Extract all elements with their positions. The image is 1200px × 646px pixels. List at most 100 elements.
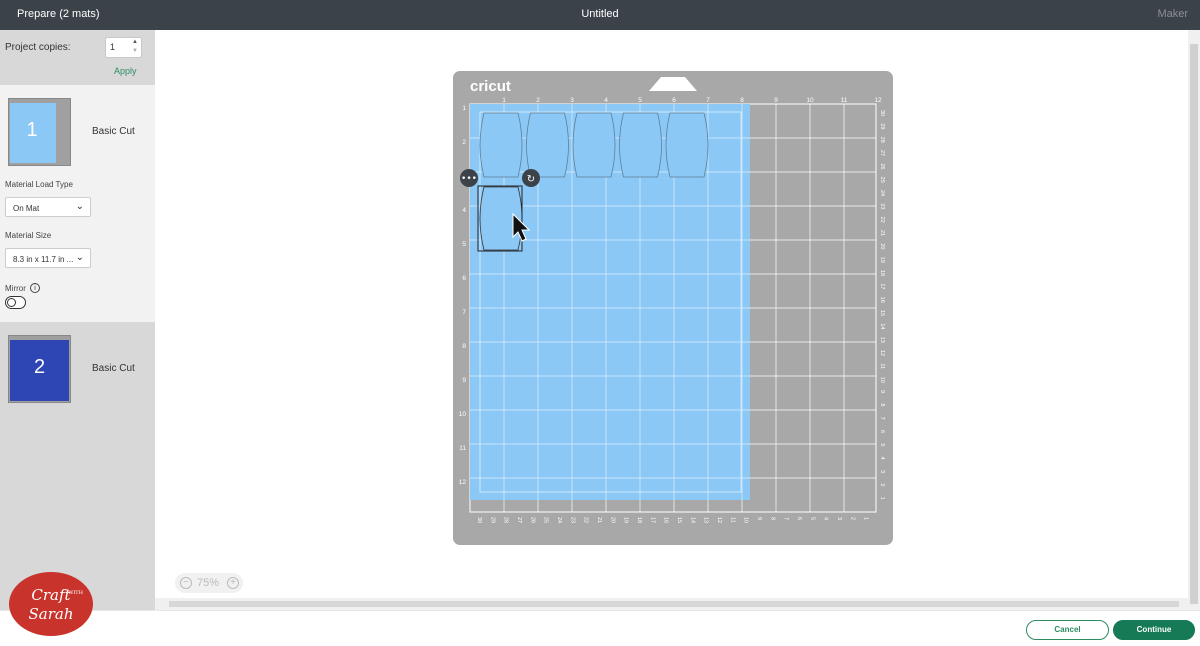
mat-2-thumbnail[interactable]: 2 <box>8 335 71 403</box>
bottom-ruler-label: 19 <box>623 517 629 523</box>
barrel-shape <box>619 112 662 178</box>
left-ruler-label: 6 <box>462 275 466 282</box>
zoom-out-icon[interactable]: − <box>180 577 192 589</box>
project-title: Untitled <box>581 8 619 20</box>
material-load-type-value: On Mat <box>13 204 40 213</box>
bottom-ruler-label: 30 <box>476 517 482 523</box>
right-ruler-label: 24 <box>879 190 885 196</box>
toggle-knob <box>7 298 16 307</box>
horizontal-scrollbar[interactable] <box>155 598 1188 610</box>
info-icon[interactable]: i <box>30 283 40 293</box>
right-ruler-label: 14 <box>879 323 885 329</box>
bottom-ruler-label: 24 <box>556 517 562 523</box>
project-copies-section: Project copies: 1 ▲ ▼ Apply <box>0 30 155 85</box>
top-ruler-label: 10 <box>806 97 814 104</box>
bottom-ruler-label: 7 <box>783 517 789 520</box>
left-ruler-label: 7 <box>462 309 466 316</box>
bottom-ruler-label: 8 <box>769 517 775 520</box>
apply-button[interactable]: Apply <box>114 66 137 76</box>
mat-1-thumbnail[interactable]: 1 <box>8 98 71 166</box>
left-ruler-label: 12 <box>459 479 467 486</box>
top-ruler-label: 4 <box>604 97 608 104</box>
mat-2-label: Basic Cut <box>92 363 135 374</box>
stepper-down-icon[interactable]: ▼ <box>132 48 138 54</box>
top-ruler-label: 9 <box>774 97 778 104</box>
top-ruler-label: 12 <box>874 97 882 104</box>
left-ruler-label: 8 <box>462 343 466 350</box>
right-ruler-label: 30 <box>879 110 885 116</box>
vertical-scroll-thumb[interactable] <box>1190 44 1198 604</box>
more-options-glyph: ••• <box>461 174 477 184</box>
barrel-shape <box>479 112 523 178</box>
right-ruler-label: 15 <box>879 310 885 316</box>
logo-with: WITH <box>68 590 83 596</box>
cancel-button[interactable]: Cancel <box>1026 620 1109 640</box>
left-ruler-label: 4 <box>462 207 466 214</box>
bottom-ruler-label: 5 <box>809 517 815 520</box>
right-ruler-label: 26 <box>879 163 885 169</box>
chevron-down-icon: ⌄ <box>75 201 84 212</box>
bottom-ruler-label: 17 <box>649 517 655 523</box>
right-ruler-label: 12 <box>879 350 885 356</box>
bottom-ruler-label: 15 <box>676 517 682 523</box>
mat-1-panel[interactable]: 1 Basic Cut Material Load Type On Mat ⌄ … <box>0 85 155 322</box>
material-size-select[interactable]: 8.3 in x 11.7 in ... ⌄ <box>5 248 91 268</box>
right-ruler-label: 28 <box>879 137 885 143</box>
right-ruler-label: 4 <box>879 457 885 460</box>
right-ruler-label: 9 <box>879 390 885 393</box>
right-ruler-label: 16 <box>879 297 885 303</box>
bottom-ruler-label: 27 <box>516 517 522 523</box>
zoom-level: 75% <box>197 577 220 589</box>
top-ruler-label: 2 <box>536 97 540 104</box>
project-copies-stepper[interactable]: 1 ▲ ▼ <box>105 37 142 58</box>
right-ruler-label: 3 <box>879 470 885 473</box>
bottom-ruler-label: 14 <box>689 517 695 523</box>
project-copies-value[interactable]: 1 <box>110 42 115 52</box>
craft-with-sarah-logo: Craft WITH Sarah <box>9 572 93 636</box>
zoom-in-icon[interactable]: + <box>227 577 239 589</box>
left-ruler-label: 2 <box>462 139 466 146</box>
right-ruler-label: 1 <box>879 497 885 500</box>
stepper-up-icon[interactable]: ▲ <box>132 39 138 45</box>
zoom-control: − 75% + <box>175 573 243 593</box>
right-ruler-label: 20 <box>879 243 885 249</box>
machine-label[interactable]: Maker <box>1157 8 1188 20</box>
project-copies-label: Project copies: <box>5 42 71 53</box>
right-ruler-label: 29 <box>879 123 885 129</box>
bottom-ruler-label: 26 <box>529 517 535 523</box>
top-ruler-label: 5 <box>638 97 642 104</box>
sidebar: Project copies: 1 ▲ ▼ Apply 1 Basic Cut … <box>0 30 155 610</box>
left-ruler-label: 11 <box>459 445 466 452</box>
left-ruler-label: 5 <box>462 241 466 248</box>
top-ruler-label: 11 <box>841 97 848 104</box>
mat-1-number: 1 <box>26 119 38 141</box>
mirror-toggle[interactable] <box>5 296 26 309</box>
bottom-ruler-label: 20 <box>609 517 615 523</box>
right-ruler-label: 5 <box>879 443 885 446</box>
bottom-ruler-label: 29 <box>489 517 495 523</box>
top-ruler-label: 1 <box>502 97 506 104</box>
bottom-ruler-label: 12 <box>716 517 722 523</box>
top-ruler-label: 7 <box>706 97 710 104</box>
barrel-shape <box>526 112 569 178</box>
bottom-ruler-label: 6 <box>796 517 802 520</box>
bottom-bar: Cancel Continue <box>0 610 1200 646</box>
bottom-ruler-label: 4 <box>823 517 829 520</box>
right-ruler-label: 13 <box>879 337 885 343</box>
cricut-logo: cricut <box>470 78 511 95</box>
mat-2-panel[interactable]: 2 Basic Cut <box>0 322 155 610</box>
right-ruler-label: 27 <box>879 150 885 156</box>
rotate-glyph: ↻ <box>527 174 535 185</box>
chevron-down-icon: ⌄ <box>75 252 84 263</box>
right-ruler-label: 8 <box>879 403 885 406</box>
vertical-scrollbar[interactable] <box>1188 30 1200 610</box>
bottom-ruler-label: 18 <box>636 517 642 523</box>
cutting-mat[interactable]: cricut 123456789101112 123456789101112 3… <box>453 71 893 545</box>
horizontal-scroll-thumb[interactable] <box>169 601 1179 607</box>
continue-button[interactable]: Continue <box>1113 620 1195 640</box>
material-load-type-select[interactable]: On Mat ⌄ <box>5 197 91 217</box>
right-ruler-label: 7 <box>879 417 885 420</box>
bottom-ruler-label: 2 <box>849 517 855 520</box>
top-ruler-label: 6 <box>672 97 676 104</box>
barrel-shape <box>572 112 616 178</box>
